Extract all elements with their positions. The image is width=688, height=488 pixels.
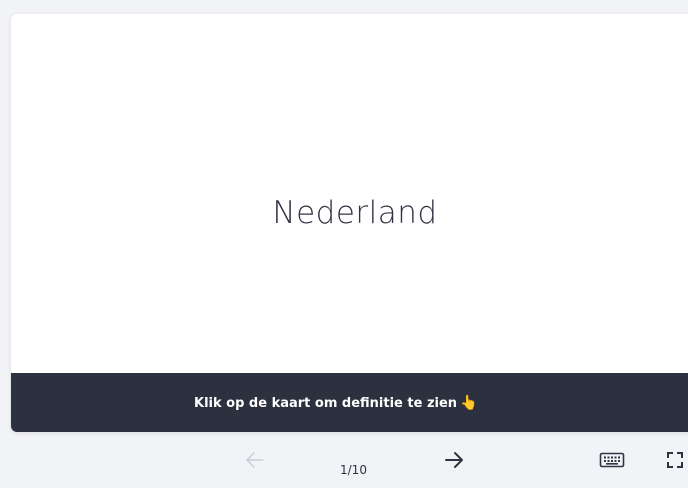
- arrow-left-icon: [246, 452, 264, 468]
- hint-bar[interactable]: Klik op de kaart om definitie te zien 👆: [11, 373, 688, 432]
- hint-text: Klik op de kaart om definitie te zien: [194, 396, 458, 411]
- fullscreen-button[interactable]: [661, 448, 688, 472]
- next-card-button[interactable]: [440, 448, 468, 472]
- card-controls: 1/10: [0, 448, 688, 488]
- card-counter: 1/10: [340, 463, 367, 477]
- pointing-hand-icon: 👆: [460, 395, 478, 411]
- keyboard-shortcuts-button[interactable]: [598, 448, 626, 472]
- previous-card-button[interactable]: [241, 448, 269, 472]
- card-term: Nederland: [272, 194, 438, 231]
- flashcard[interactable]: Nederland Klik op de kaart om definitie …: [11, 14, 688, 432]
- fullscreen-icon: [667, 452, 683, 468]
- hint-message: Klik op de kaart om definitie te zien 👆: [194, 395, 477, 411]
- arrow-right-icon: [445, 452, 463, 468]
- keyboard-icon: [599, 452, 625, 468]
